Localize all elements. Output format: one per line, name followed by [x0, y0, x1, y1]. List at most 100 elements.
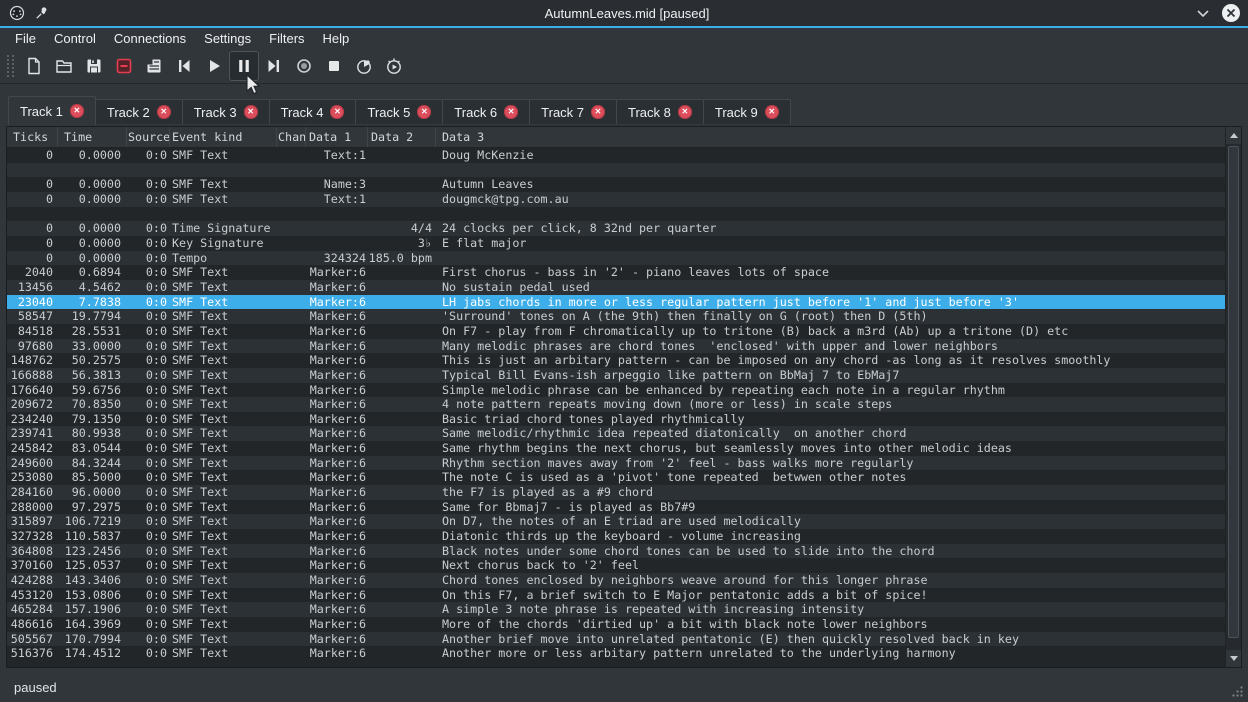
table-row[interactable]: [7, 207, 1225, 222]
titlebar[interactable]: AutumnLeaves.mid [paused]: [0, 0, 1248, 28]
table-row[interactable]: 8451828.55310:0SMF TextMarker:6On F7 - p…: [7, 324, 1225, 339]
table-row[interactable]: 465284157.19060:0SMF TextMarker:6A simpl…: [7, 602, 1225, 617]
cell-ticks: 2040: [7, 265, 58, 280]
menu-item-settings[interactable]: Settings: [195, 29, 260, 48]
pin-icon[interactable]: [34, 5, 50, 21]
vertical-scrollbar[interactable]: [1225, 127, 1241, 667]
table-row[interactable]: 00.00000:0Tempo324324185.0 bpm: [7, 251, 1225, 266]
tab-close-icon[interactable]: ✕: [157, 105, 171, 119]
play-button[interactable]: [199, 51, 229, 81]
new-file-button[interactable]: [19, 51, 49, 81]
tab-close-icon[interactable]: ✕: [70, 104, 84, 118]
skip-forward-button[interactable]: [259, 51, 289, 81]
scroll-down-button[interactable]: [1226, 650, 1241, 667]
panic-button[interactable]: [109, 51, 139, 81]
table-row[interactable]: 20400.68940:0SMF TextMarker:6First choru…: [7, 265, 1225, 280]
cell-event-kind: SMF Text: [170, 148, 277, 163]
table-row[interactable]: 14876250.25750:0SMF TextMarker:6This is …: [7, 353, 1225, 368]
table-row[interactable]: 00.00000:0SMF TextName:3Autumn Leaves: [7, 177, 1225, 192]
table-row[interactable]: 17664059.67560:0SMF TextMarker:6Simple m…: [7, 383, 1225, 398]
event-filter-button[interactable]: [139, 51, 169, 81]
table-row[interactable]: 424288143.34060:0SMF TextMarker:6Chord t…: [7, 573, 1225, 588]
tab-close-icon[interactable]: ✕: [244, 105, 258, 119]
menu-item-file[interactable]: File: [6, 29, 45, 48]
toolbar-drag-handle[interactable]: [7, 55, 14, 77]
table-row[interactable]: 516376174.45120:0SMF TextMarker:6Another…: [7, 646, 1225, 661]
tab-track-8[interactable]: Track 8✕: [616, 99, 704, 124]
stopwatch-button[interactable]: [349, 51, 379, 81]
scrollbar-thumb[interactable]: [1228, 146, 1239, 638]
table-row[interactable]: 505567170.79940:0SMF TextMarker:6Another…: [7, 632, 1225, 647]
skip-backward-button[interactable]: [169, 51, 199, 81]
table-row[interactable]: 25308085.50000:0SMF TextMarker:6The note…: [7, 470, 1225, 485]
table-row[interactable]: 23424079.13500:0SMF TextMarker:6Basic tr…: [7, 412, 1225, 427]
table-row[interactable]: 16688856.38130:0SMF TextMarker:6Typical …: [7, 368, 1225, 383]
stop-button[interactable]: [319, 51, 349, 81]
tab-close-icon[interactable]: ✕: [678, 105, 692, 119]
menu-item-control[interactable]: Control: [45, 29, 105, 48]
table-row[interactable]: 9768033.00000:0SMF TextMarker:6Many melo…: [7, 339, 1225, 354]
table-row[interactable]: [7, 163, 1225, 178]
cell-data1: Marker:6: [306, 309, 368, 324]
table-row[interactable]: 364808123.24560:0SMF TextMarker:6Black n…: [7, 544, 1225, 559]
table-row[interactable]: 00.00000:0Key Signature3♭E flat major: [7, 236, 1225, 251]
table-row[interactable]: 327328110.58370:0SMF TextMarker:6Diatoni…: [7, 529, 1225, 544]
table-row[interactable]: 00.00000:0SMF TextText:1Doug McKenzie: [7, 148, 1225, 163]
cell-event-kind: SMF Text: [170, 368, 277, 383]
column-header-chan[interactable]: Chan: [277, 127, 306, 147]
tab-close-icon[interactable]: ✕: [591, 105, 605, 119]
cell-event-kind: SMF Text: [170, 632, 277, 647]
tab-track-4[interactable]: Track 4✕: [269, 99, 357, 124]
chevron-down-icon[interactable]: [1196, 8, 1210, 18]
table-row[interactable]: 24584283.05440:0SMF TextMarker:6Same rhy…: [7, 441, 1225, 456]
tab-track-3[interactable]: Track 3✕: [182, 99, 270, 124]
table-row[interactable]: 5854719.77940:0SMF TextMarker:6'Surround…: [7, 309, 1225, 324]
tab-close-icon[interactable]: ✕: [765, 105, 779, 119]
column-header-data-2[interactable]: Data 2: [368, 127, 436, 147]
column-header-data-3[interactable]: Data 3: [436, 127, 1225, 147]
table-row[interactable]: 134564.54620:0SMF TextMarker:6No sustain…: [7, 280, 1225, 295]
tab-track-9[interactable]: Track 9✕: [703, 99, 791, 124]
tab-close-icon[interactable]: ✕: [504, 105, 518, 119]
cell-data2: [368, 295, 436, 310]
table-row[interactable]: 20967270.83500:0SMF TextMarker:64 note p…: [7, 397, 1225, 412]
scroll-up-button[interactable]: [1226, 127, 1241, 144]
tab-close-icon[interactable]: ✕: [330, 105, 344, 119]
column-header-ticks[interactable]: Ticks: [7, 127, 58, 147]
menu-item-filters[interactable]: Filters: [260, 29, 313, 48]
menu-item-connections[interactable]: Connections: [105, 29, 195, 48]
table-row[interactable]: 23974180.99380:0SMF TextMarker:6Same mel…: [7, 426, 1225, 441]
table-row[interactable]: 370160125.05370:0SMF TextMarker:6Next ch…: [7, 558, 1225, 573]
cell-source: 0:0: [127, 236, 170, 251]
column-header-data-1[interactable]: Data 1: [306, 127, 368, 147]
table-row[interactable]: 230407.78380:0SMF TextMarker:6LH jabs ch…: [7, 295, 1225, 310]
table-row[interactable]: 28416096.00000:0SMF TextMarker:6the F7 i…: [7, 485, 1225, 500]
tab-track-7[interactable]: Track 7✕: [529, 99, 617, 124]
open-file-button[interactable]: [49, 51, 79, 81]
table-row[interactable]: 28800097.29750:0SMF TextMarker:6Same for…: [7, 500, 1225, 515]
tab-track-1[interactable]: Track 1✕: [8, 96, 96, 125]
table-row[interactable]: 453120153.08060:0SMF TextMarker:6On this…: [7, 588, 1225, 603]
tab-track-6[interactable]: Track 6✕: [442, 99, 530, 124]
resize-grip[interactable]: [1230, 684, 1244, 698]
table-row[interactable]: 24960084.32440:0SMF TextMarker:6Rhythm s…: [7, 456, 1225, 471]
tab-close-icon[interactable]: ✕: [417, 105, 431, 119]
column-header-time[interactable]: Time: [58, 127, 127, 147]
cell-time: 70.8350: [58, 397, 127, 412]
table-row[interactable]: 315897106.72190:0SMF TextMarker:6On D7, …: [7, 514, 1225, 529]
cell-data2: [368, 426, 436, 441]
play-timer-button[interactable]: [379, 51, 409, 81]
record-button[interactable]: [289, 51, 319, 81]
scrollbar-track[interactable]: [1226, 144, 1241, 650]
menu-item-help[interactable]: Help: [314, 29, 359, 48]
table-row[interactable]: 00.00000:0Time Signature4/424 clocks per…: [7, 221, 1225, 236]
save-file-button[interactable]: [79, 51, 109, 81]
table-row[interactable]: 486616164.39690:0SMF TextMarker:6More of…: [7, 617, 1225, 632]
cell-time: 0.0000: [58, 236, 127, 251]
tab-track-2[interactable]: Track 2✕: [95, 99, 183, 124]
tab-track-5[interactable]: Track 5✕: [355, 99, 443, 124]
table-row[interactable]: 00.00000:0SMF TextText:1dougmck@tpg.com.…: [7, 192, 1225, 207]
column-header-source[interactable]: Source: [127, 127, 170, 147]
column-header-event-kind[interactable]: Event kind: [170, 127, 277, 147]
close-button[interactable]: [1222, 4, 1240, 22]
